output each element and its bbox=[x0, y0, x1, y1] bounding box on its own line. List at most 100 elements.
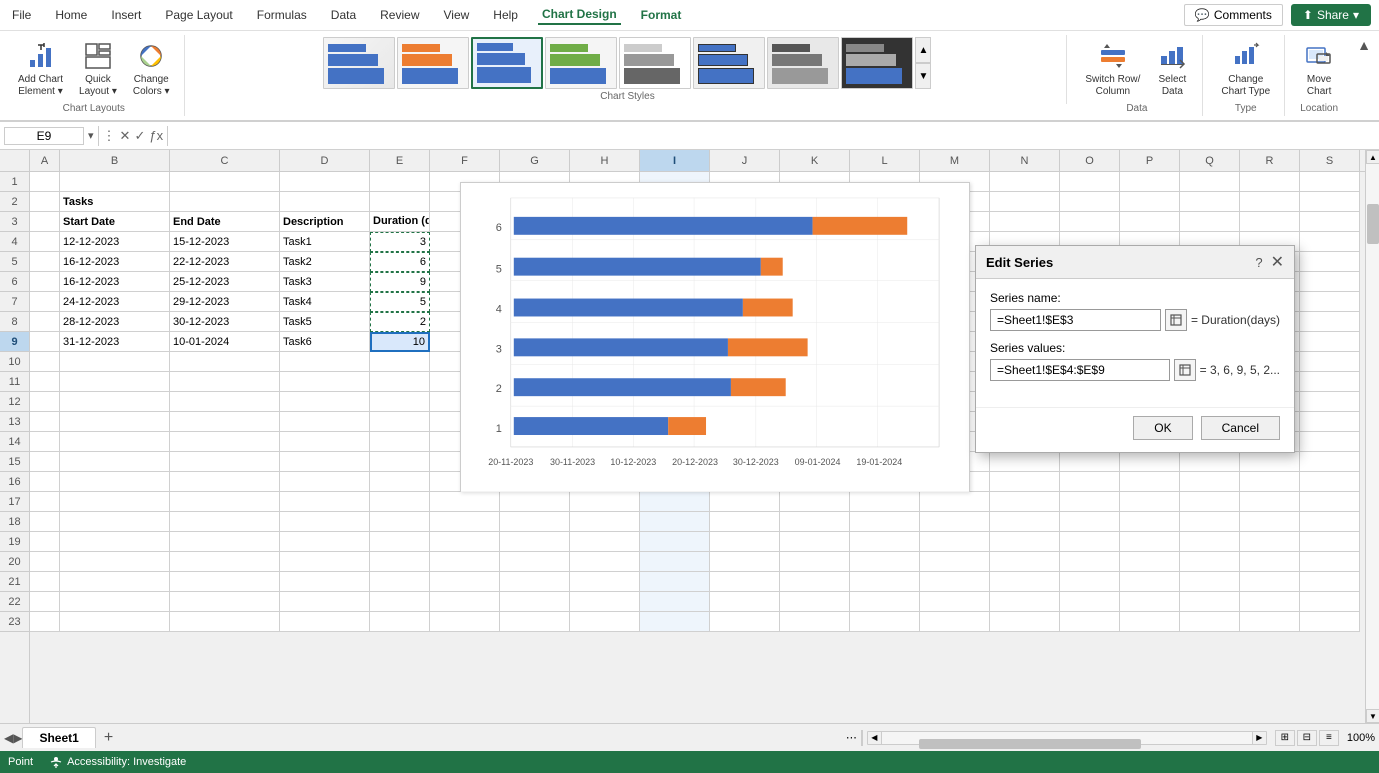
edit-series-dialog[interactable]: Edit Series ? ✕ Series name: = Duration(… bbox=[975, 245, 1295, 453]
cell-a5[interactable] bbox=[30, 252, 60, 272]
cell-e5[interactable]: 6 bbox=[370, 252, 430, 272]
row-header-23[interactable]: 23 bbox=[0, 612, 29, 632]
row-header-10[interactable]: 10 bbox=[0, 352, 29, 372]
row-header-9[interactable]: 9 bbox=[0, 332, 29, 352]
cell-d6[interactable]: Task3 bbox=[280, 272, 370, 292]
cell-q2[interactable] bbox=[1180, 192, 1240, 212]
series-values-input[interactable] bbox=[990, 359, 1170, 381]
cell-ref-dropdown[interactable]: ▾ bbox=[88, 129, 94, 142]
move-chart-button[interactable]: MoveChart bbox=[1297, 37, 1341, 101]
scroll-left-button[interactable]: ◀ bbox=[868, 732, 882, 744]
cell-s4[interactable] bbox=[1300, 232, 1360, 252]
col-header-m[interactable]: M bbox=[920, 150, 990, 171]
page-layout-view-button[interactable]: ⊟ bbox=[1297, 730, 1317, 746]
cell-n2[interactable] bbox=[990, 192, 1060, 212]
cell-d3[interactable]: Description bbox=[280, 212, 370, 232]
col-header-d[interactable]: D bbox=[280, 150, 370, 171]
cell-q1[interactable] bbox=[1180, 172, 1240, 192]
sheet1-tab[interactable]: Sheet1 bbox=[22, 727, 95, 748]
prev-sheet-button[interactable]: ◀ bbox=[4, 731, 13, 745]
cell-d1[interactable] bbox=[280, 172, 370, 192]
chart-style-4[interactable] bbox=[545, 37, 617, 89]
scroll-thumb[interactable] bbox=[1367, 204, 1379, 244]
formula-cancel-icon[interactable]: ✕ bbox=[120, 128, 131, 144]
cell-q3[interactable] bbox=[1180, 212, 1240, 232]
col-header-o[interactable]: O bbox=[1060, 150, 1120, 171]
cell-c3[interactable]: End Date bbox=[170, 212, 280, 232]
chart-area[interactable]: 1 2 3 4 5 6 bbox=[460, 182, 970, 492]
cell-s10[interactable] bbox=[1300, 352, 1360, 372]
row-header-22[interactable]: 22 bbox=[0, 592, 29, 612]
col-header-p[interactable]: P bbox=[1120, 150, 1180, 171]
cell-c8[interactable]: 30-12-2023 bbox=[170, 312, 280, 332]
cell-e3[interactable]: Duration (days) bbox=[370, 212, 430, 232]
cell-b9[interactable]: 31-12-2023 bbox=[60, 332, 170, 352]
cell-d9[interactable]: Task6 bbox=[280, 332, 370, 352]
menu-review[interactable]: Review bbox=[376, 6, 423, 24]
cell-c6[interactable]: 25-12-2023 bbox=[170, 272, 280, 292]
col-header-s[interactable]: S bbox=[1300, 150, 1360, 171]
cell-c5[interactable]: 22-12-2023 bbox=[170, 252, 280, 272]
cell-s1[interactable] bbox=[1300, 172, 1360, 192]
cell-reference-input[interactable] bbox=[4, 127, 84, 145]
col-header-e[interactable]: E bbox=[370, 150, 430, 171]
cell-n1[interactable] bbox=[990, 172, 1060, 192]
cell-c2[interactable] bbox=[170, 192, 280, 212]
menu-page-layout[interactable]: Page Layout bbox=[161, 6, 236, 24]
cell-b2[interactable]: Tasks bbox=[60, 192, 170, 212]
row-header-1[interactable]: 1 bbox=[0, 172, 29, 192]
cell-d2[interactable] bbox=[280, 192, 370, 212]
menu-file[interactable]: File bbox=[8, 6, 35, 24]
chart-style-5[interactable] bbox=[619, 37, 691, 89]
add-chart-element-button[interactable]: Add ChartElement ▾ bbox=[12, 37, 69, 101]
cell-a8[interactable] bbox=[30, 312, 60, 332]
comments-button[interactable]: 💬 Comments bbox=[1184, 4, 1283, 26]
cell-d5[interactable]: Task2 bbox=[280, 252, 370, 272]
cell-r3[interactable] bbox=[1240, 212, 1300, 232]
row-header-14[interactable]: 14 bbox=[0, 432, 29, 452]
cell-a7[interactable] bbox=[30, 292, 60, 312]
dialog-help-button[interactable]: ? bbox=[1255, 252, 1262, 272]
cell-s2[interactable] bbox=[1300, 192, 1360, 212]
cell-e7[interactable]: 5 bbox=[370, 292, 430, 312]
cell-d4[interactable]: Task1 bbox=[280, 232, 370, 252]
cell-s3[interactable] bbox=[1300, 212, 1360, 232]
ribbon-collapse-button[interactable]: ▲ bbox=[1357, 37, 1371, 53]
row-header-16[interactable]: 16 bbox=[0, 472, 29, 492]
row-header-15[interactable]: 15 bbox=[0, 452, 29, 472]
col-header-l[interactable]: L bbox=[850, 150, 920, 171]
cell-e1[interactable] bbox=[370, 172, 430, 192]
col-header-b[interactable]: B bbox=[60, 150, 170, 171]
cell-d7[interactable]: Task4 bbox=[280, 292, 370, 312]
change-colors-button[interactable]: ChangeColors ▾ bbox=[127, 37, 176, 101]
cell-b8[interactable]: 28-12-2023 bbox=[60, 312, 170, 332]
vertical-scrollbar[interactable]: ▲ ▼ bbox=[1365, 150, 1379, 723]
row-header-18[interactable]: 18 bbox=[0, 512, 29, 532]
normal-view-button[interactable]: ⊞ bbox=[1275, 730, 1295, 746]
cell-o3[interactable] bbox=[1060, 212, 1120, 232]
scroll-up-button[interactable]: ▲ bbox=[1366, 150, 1379, 164]
row-header-19[interactable]: 19 bbox=[0, 532, 29, 552]
chart-style-8[interactable] bbox=[841, 37, 913, 89]
dialog-ok-button[interactable]: OK bbox=[1133, 416, 1192, 440]
cell-e8[interactable]: 2 bbox=[370, 312, 430, 332]
row-header-4[interactable]: 4 bbox=[0, 232, 29, 252]
cell-r1[interactable] bbox=[1240, 172, 1300, 192]
col-header-c[interactable]: C bbox=[170, 150, 280, 171]
page-break-view-button[interactable]: ≡ bbox=[1319, 730, 1339, 746]
more-options-button[interactable]: ⋯ bbox=[846, 731, 857, 744]
cell-r2[interactable] bbox=[1240, 192, 1300, 212]
col-header-q[interactable]: Q bbox=[1180, 150, 1240, 171]
cell-b3[interactable]: Start Date bbox=[60, 212, 170, 232]
switch-row-column-button[interactable]: Switch Row/Column bbox=[1079, 37, 1146, 101]
cell-b1[interactable] bbox=[60, 172, 170, 192]
menu-insert[interactable]: Insert bbox=[107, 6, 145, 24]
horizontal-scrollbar[interactable]: ◀ ▶ bbox=[867, 731, 1267, 745]
col-header-a[interactable]: A bbox=[30, 150, 60, 171]
cell-e4[interactable]: 3 bbox=[370, 232, 430, 252]
cell-b7[interactable]: 24-12-2023 bbox=[60, 292, 170, 312]
quick-layout-button[interactable]: QuickLayout ▾ bbox=[73, 37, 123, 101]
cell-a9[interactable] bbox=[30, 332, 60, 352]
cell-p3[interactable] bbox=[1120, 212, 1180, 232]
col-header-h[interactable]: H bbox=[570, 150, 640, 171]
